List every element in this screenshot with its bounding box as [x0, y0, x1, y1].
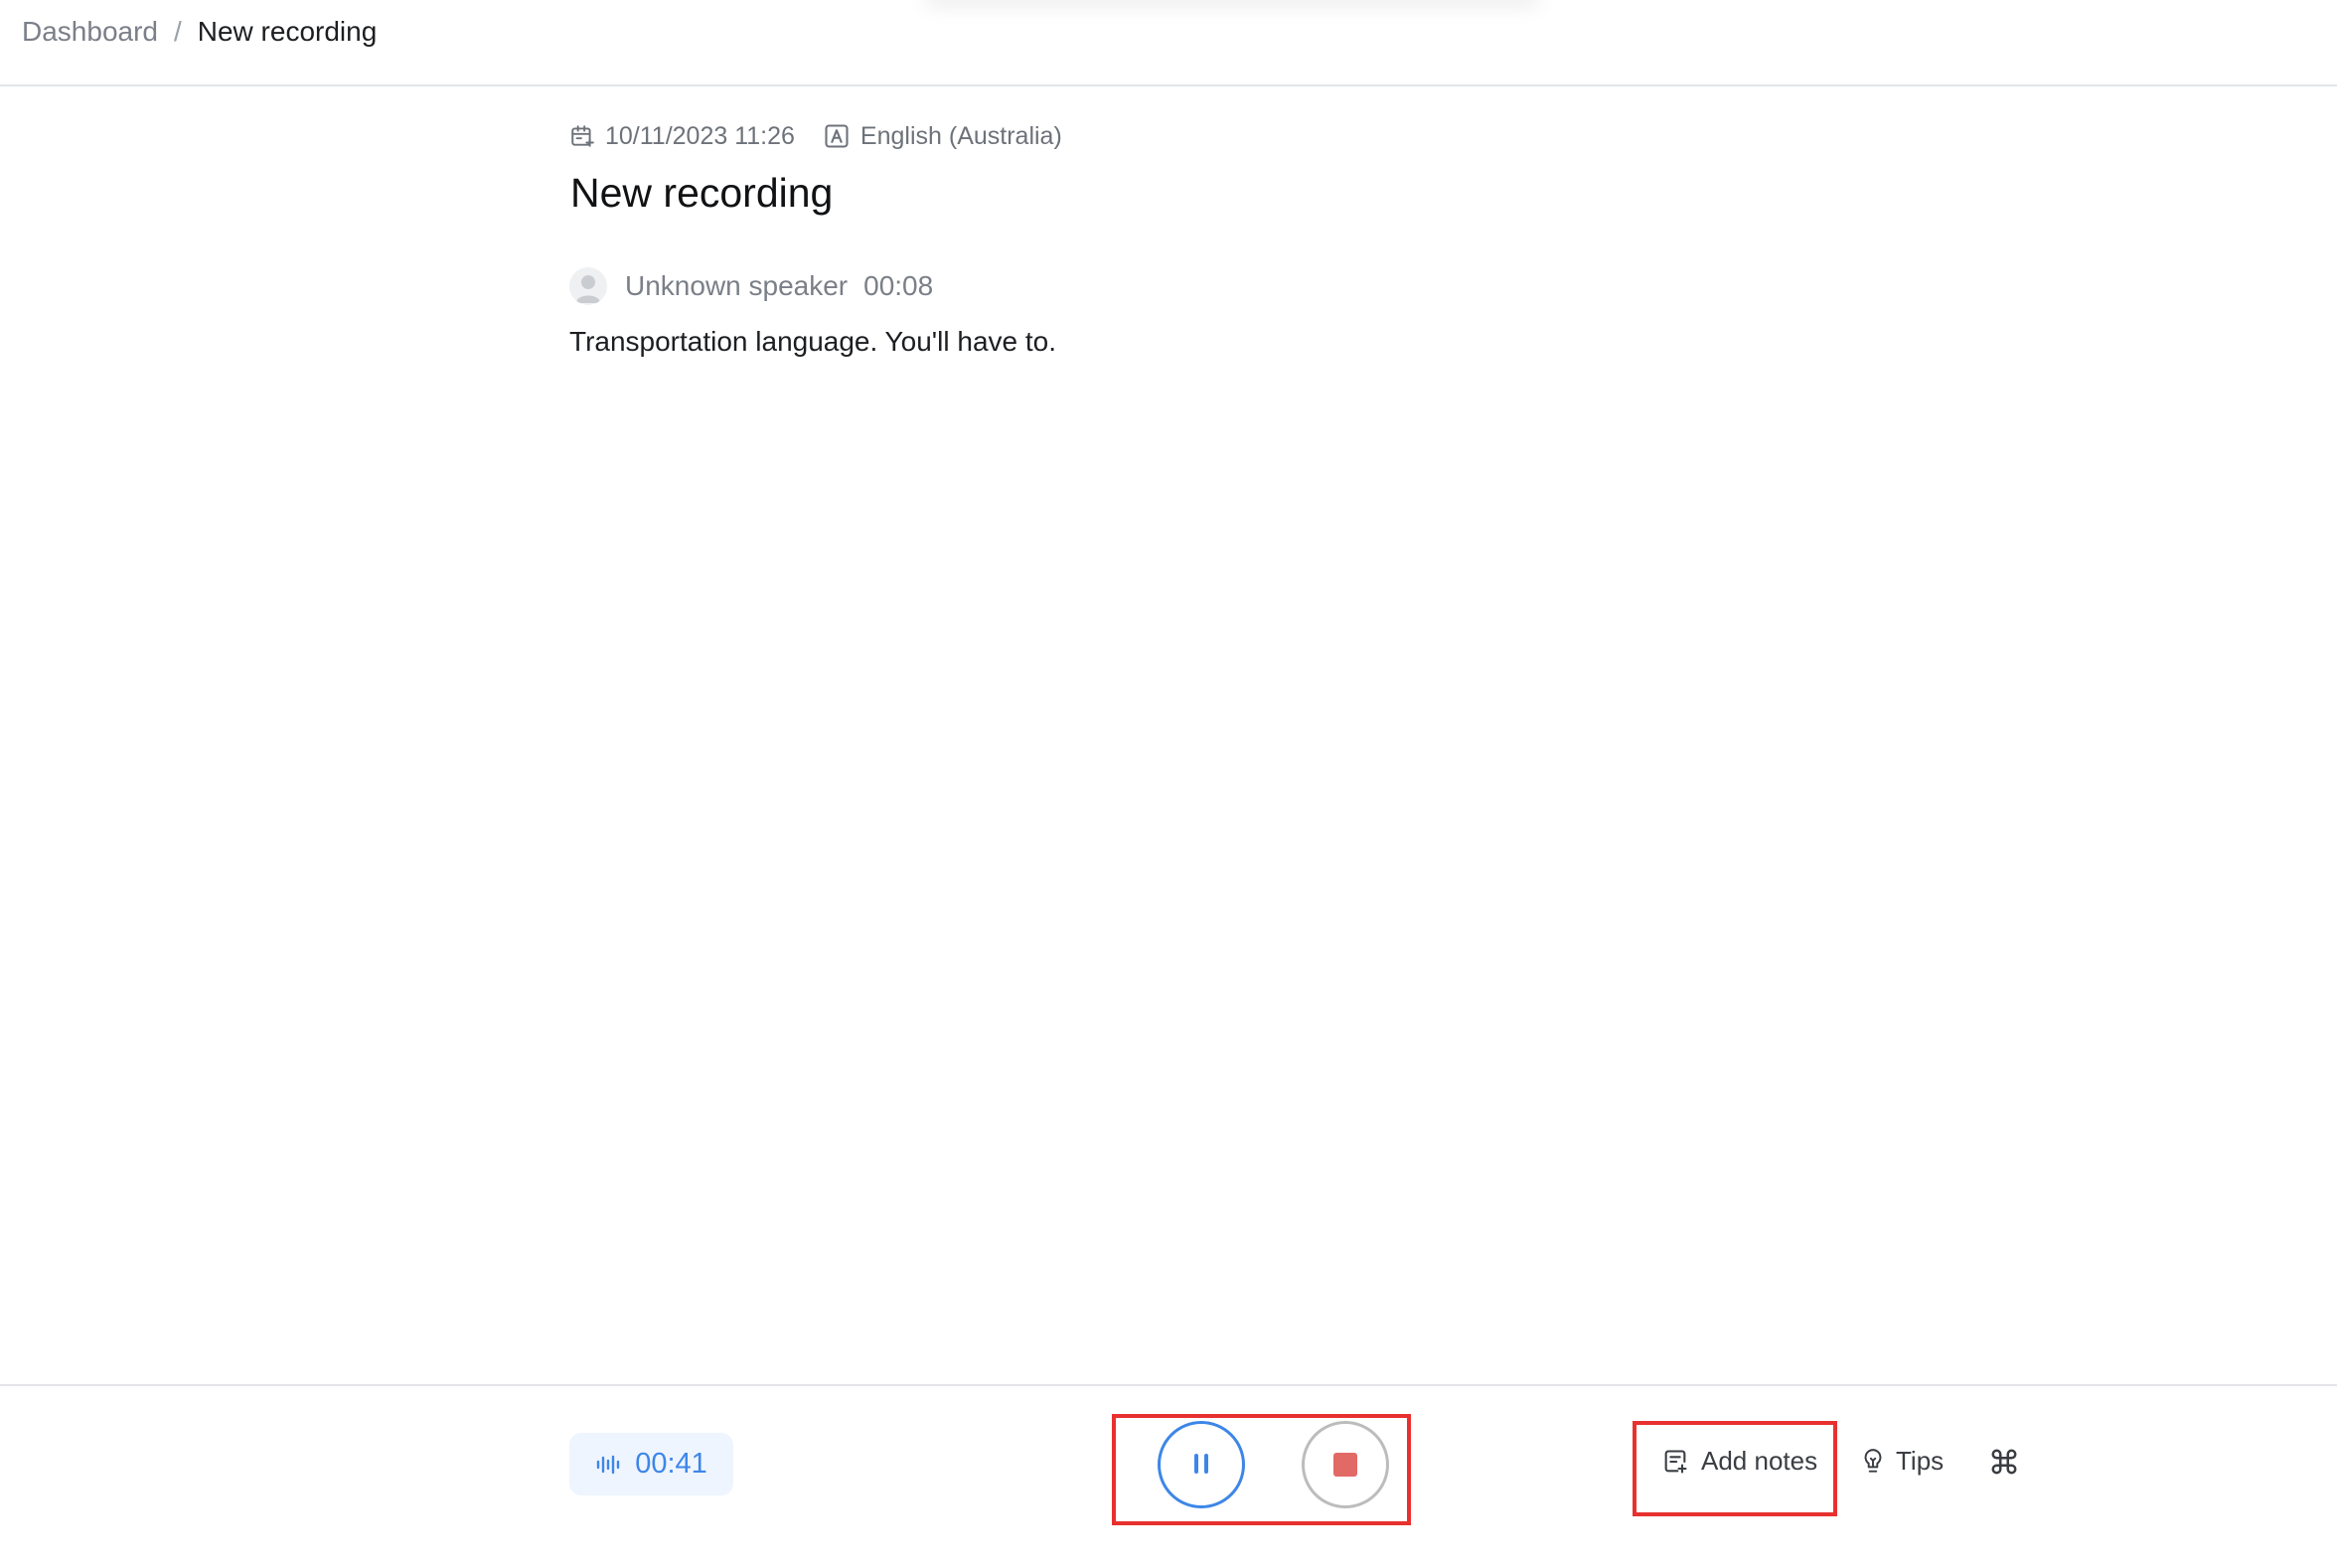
tips-button[interactable]: Tips: [1860, 1446, 1944, 1477]
speaker-avatar: [569, 267, 607, 305]
transcript-text: Transportation language. You'll have to.: [569, 326, 1056, 357]
calendar-icon: [569, 123, 595, 149]
recording-language[interactable]: English (Australia): [823, 118, 1062, 154]
transcript-segment-header: Unknown speaker 00:08: [569, 267, 933, 305]
tips-label: Tips: [1896, 1446, 1945, 1476]
pause-button[interactable]: [1158, 1421, 1245, 1508]
stop-icon: [1333, 1453, 1357, 1477]
recording-datetime: 10/11/2023 11:26: [605, 122, 795, 150]
page-title: New recording: [570, 170, 834, 216]
add-notes-button[interactable]: Add notes: [1661, 1446, 1817, 1477]
breadcrumb-separator: /: [173, 16, 182, 47]
pause-icon: [1187, 1450, 1215, 1481]
breadcrumb-current: New recording: [197, 16, 378, 47]
breadcrumb: Dashboard / New recording: [22, 14, 377, 50]
lightbulb-icon: [1860, 1448, 1886, 1476]
segment-timestamp[interactable]: 00:08: [863, 270, 933, 302]
speaker-name[interactable]: Unknown speaker: [625, 270, 848, 302]
note-add-icon: [1661, 1448, 1689, 1476]
elapsed-timer: 00:41: [569, 1433, 733, 1495]
command-icon: [1989, 1447, 2019, 1482]
audio-wave-icon: [595, 1454, 621, 1476]
top-header: Dashboard / New recording: [0, 0, 2337, 86]
add-notes-label: Add notes: [1701, 1446, 1818, 1476]
breadcrumb-dashboard-link[interactable]: Dashboard: [22, 14, 158, 50]
elapsed-time: 00:41: [635, 1448, 707, 1480]
stop-button[interactable]: [1302, 1421, 1389, 1508]
recording-meta: 10/11/2023 11:26 English (Australia): [569, 118, 1062, 154]
keyboard-shortcuts-button[interactable]: [1987, 1447, 2021, 1481]
language-icon: [823, 122, 851, 150]
recording-language-label: English (Australia): [859, 122, 1062, 150]
